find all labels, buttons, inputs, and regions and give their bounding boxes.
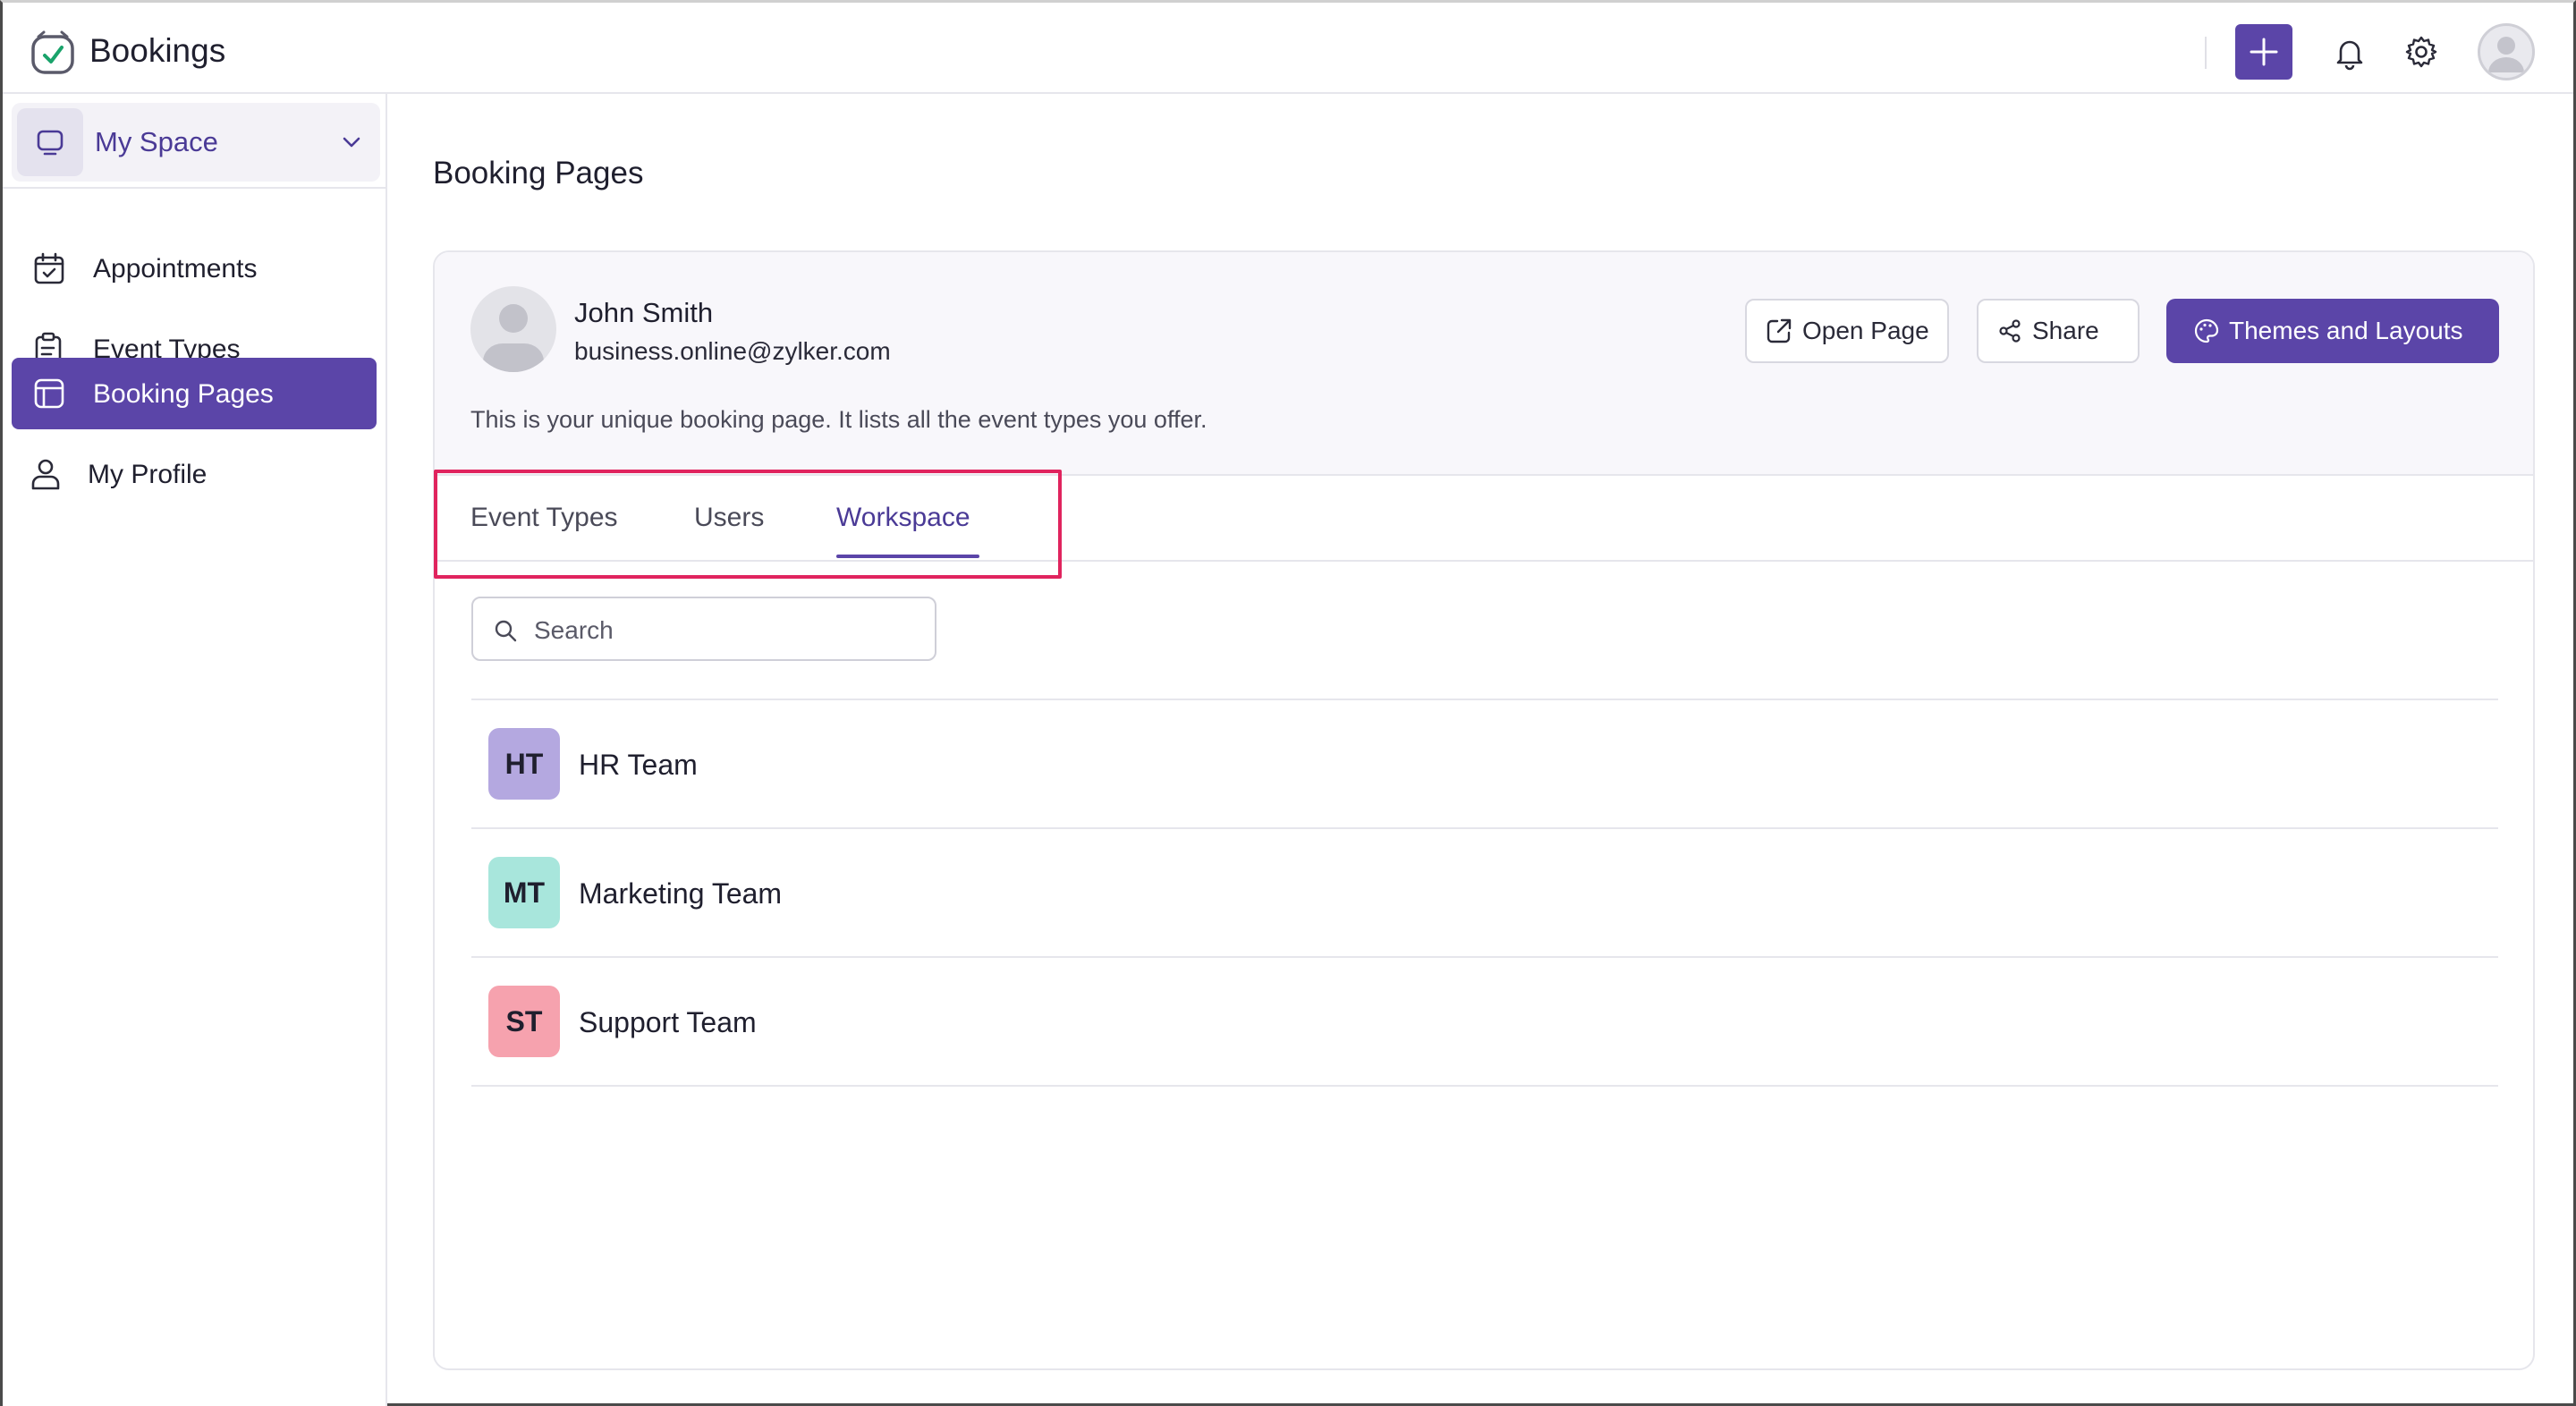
workspace-badge: MT (488, 857, 560, 928)
profile-name: John Smith (574, 297, 714, 328)
profile-description: This is your unique booking page. It lis… (470, 406, 1208, 433)
avatar-placeholder-icon (2488, 37, 2524, 72)
list-item[interactable]: ST Support Team (471, 958, 2498, 1085)
share-label: Share (2032, 317, 2099, 344)
open-page-button[interactable]: Open Page (1745, 299, 1949, 363)
list-item[interactable]: HT HR Team (471, 700, 2498, 827)
list-item[interactable]: MT Marketing Team (471, 829, 2498, 956)
profile-email: business.online@zylker.com (574, 337, 891, 365)
user-icon (31, 459, 60, 490)
list-divider (471, 1085, 2498, 1087)
user-avatar[interactable] (2478, 23, 2535, 80)
space-icon-box (17, 108, 83, 176)
booking-page-card: John Smith business.online@zylker.com Th… (433, 250, 2535, 1370)
add-button[interactable] (2235, 24, 2292, 80)
workspace-name: HR Team (579, 749, 698, 781)
search-icon (495, 620, 517, 642)
tabs-highlight-annotation (434, 470, 1062, 579)
search-placeholder: Search (534, 616, 614, 644)
layout-icon (34, 378, 64, 409)
header-divider (2205, 37, 2207, 69)
workspace-badge: ST (488, 986, 560, 1057)
avatar-placeholder-icon (483, 304, 544, 372)
space-label: My Space (95, 126, 218, 157)
top-header: Bookings (3, 3, 2573, 94)
workspace-name: Support Team (579, 1006, 757, 1038)
share-button[interactable]: Share (1977, 299, 2140, 363)
plus-icon (2250, 38, 2278, 66)
workspace-name: Marketing Team (579, 877, 783, 910)
sidebar: My Space Appointments Event Types Bookin… (3, 94, 387, 1406)
monitor-icon (37, 130, 64, 156)
app-title: Bookings (89, 32, 226, 69)
page-title: Booking Pages (433, 156, 644, 191)
sidebar-item-label: Appointments (93, 254, 258, 284)
gear-icon[interactable] (2403, 34, 2439, 70)
sidebar-divider (3, 187, 386, 189)
sidebar-item-my-profile[interactable]: My Profile (12, 438, 377, 510)
app-window: Bookings My Space Appointments Event Typ… (0, 0, 2576, 1406)
profile-avatar (470, 286, 556, 372)
sidebar-item-appointments[interactable]: Appointments (12, 233, 377, 304)
themes-label: Themes and Layouts (2229, 317, 2463, 344)
themes-and-layouts-button[interactable]: Themes and Layouts (2166, 299, 2499, 363)
sidebar-item-label: My Profile (88, 460, 208, 489)
chevron-down-icon (343, 137, 360, 148)
palette-icon (2194, 318, 2219, 343)
search-input[interactable]: Search (471, 597, 936, 661)
share-icon (1999, 319, 2021, 343)
workspace-badge: HT (488, 728, 560, 800)
external-link-icon (1767, 318, 1792, 343)
profile-section: John Smith business.online@zylker.com Th… (435, 252, 2533, 476)
space-selector[interactable]: My Space (12, 103, 380, 182)
sidebar-item-label: Booking Pages (93, 379, 274, 409)
calendar-icon (34, 252, 64, 284)
sidebar-item-booking-pages[interactable]: Booking Pages (12, 358, 377, 429)
open-page-label: Open Page (1802, 317, 1929, 344)
bookings-logo-icon (31, 30, 74, 74)
bell-icon[interactable] (2332, 35, 2368, 71)
